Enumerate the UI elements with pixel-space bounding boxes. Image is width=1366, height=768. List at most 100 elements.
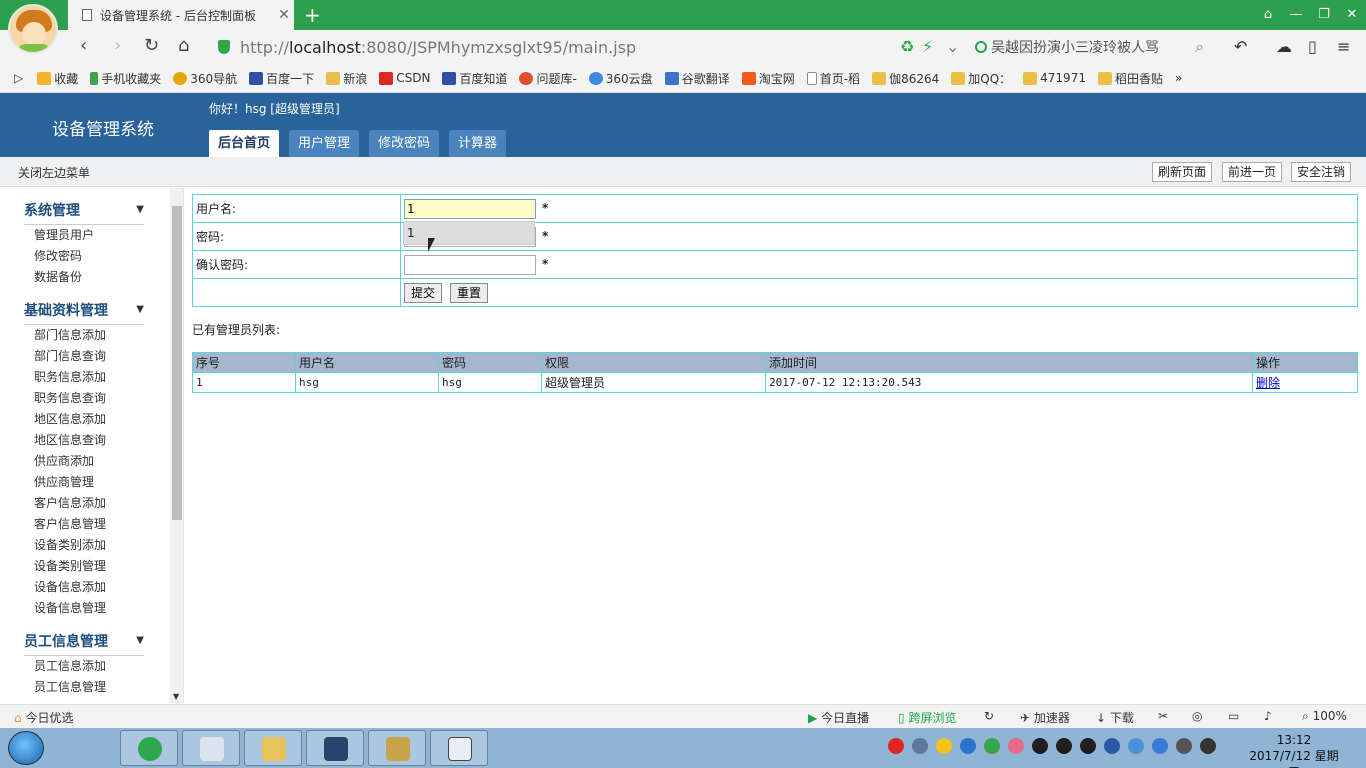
bookmark-360cloud[interactable]: 360云盘 <box>588 70 653 87</box>
sogou-icon[interactable] <box>888 738 904 754</box>
window-icon[interactable]: ▭ <box>1228 709 1239 723</box>
scrollbar-thumb[interactable] <box>172 206 182 520</box>
sidebar-item[interactable]: 供应商添加 <box>34 451 144 472</box>
menu-icon[interactable]: ≡ <box>1337 37 1350 56</box>
sidebar-item[interactable]: 设备类别添加 <box>34 535 144 556</box>
sidebar-item[interactable]: 员工信息管理 <box>34 677 144 698</box>
bookmark-taobao[interactable]: 淘宝网 <box>741 70 795 87</box>
flower-icon[interactable] <box>1008 738 1024 754</box>
flag-icon[interactable] <box>1152 738 1168 754</box>
submit-button[interactable]: 提交 <box>404 282 443 303</box>
bluetooth-icon[interactable] <box>1104 738 1120 754</box>
app-tray-icon[interactable] <box>1128 738 1144 754</box>
bookmark-google-translate[interactable]: 谷歌翻译 <box>664 70 730 87</box>
sidebar-item-admin-users[interactable]: 管理员用户 <box>34 225 144 246</box>
logout-button[interactable]: 安全注销 <box>1291 162 1352 182</box>
menu-group-title[interactable]: 员工信息管理 ▼ <box>24 631 144 656</box>
bookmark-homepage[interactable]: 首页-稻 <box>806 70 860 87</box>
username-input[interactable] <box>404 198 536 219</box>
bookmark-folder-2[interactable]: 加QQ： <box>951 70 1011 87</box>
sidebar-item[interactable]: 地区信息查询 <box>34 430 144 451</box>
sidebar-item[interactable]: 客户信息添加 <box>34 493 144 514</box>
lightning-icon[interactable]: ⚡ <box>922 37 933 56</box>
confirm-password-input[interactable] <box>404 254 536 275</box>
taskbar-file-explorer[interactable] <box>244 730 302 766</box>
user-avatar-icon[interactable] <box>8 4 58 54</box>
bookmark-sina[interactable]: 新浪 <box>326 70 367 87</box>
bookmark-folder-4[interactable]: 稻田香贴 <box>1097 70 1163 87</box>
bookmark-mobile[interactable]: 手机收藏夹 <box>90 70 161 87</box>
k-icon[interactable] <box>960 738 976 754</box>
shirt-icon[interactable]: ⌂ <box>1254 0 1282 30</box>
reload-icon[interactable]: ↻ <box>144 35 159 56</box>
close-window-icon[interactable]: ✕ <box>1338 0 1366 30</box>
new-tab-icon[interactable]: + <box>304 3 321 27</box>
download-link[interactable]: ↓ 下载 <box>1096 709 1134 726</box>
bookmark-question-bank[interactable]: 问题库- <box>519 70 577 87</box>
sidebar-toggle-icon[interactable]: ▷ <box>14 71 23 85</box>
close-tab-icon[interactable]: ✕ <box>274 7 294 23</box>
home-icon[interactable]: ⌂ <box>178 35 189 56</box>
taskbar-360-browser[interactable] <box>120 730 178 766</box>
restore-icon[interactable]: ❐ <box>1310 0 1338 30</box>
taskbar-window[interactable] <box>430 730 488 766</box>
volume-icon[interactable] <box>1176 738 1192 754</box>
bookmark-360nav[interactable]: 360导航 <box>173 70 237 87</box>
system-clock[interactable]: 13:12 2017/7/12 星期三 <box>1244 732 1344 768</box>
bookmark-baidu-zhidao[interactable]: 百度知道 <box>442 70 507 87</box>
sidebar-item[interactable]: 客户信息管理 <box>34 514 144 535</box>
bookmark-folder-1[interactable]: 伽86264 <box>872 70 939 87</box>
refresh-page-button[interactable]: 刷新页面 <box>1152 162 1213 182</box>
minimize-icon[interactable]: — <box>1282 0 1310 30</box>
sound-icon[interactable]: ♪ <box>1264 709 1272 723</box>
qq-icon[interactable] <box>1032 738 1048 754</box>
zoom-control[interactable]: ⌕ 100% <box>1302 709 1347 724</box>
more-bookmarks-icon[interactable]: » <box>1175 71 1182 85</box>
screenshot-icon[interactable]: ✂ <box>1158 709 1168 723</box>
browser-icon[interactable]: ◎ <box>1192 709 1202 723</box>
sidebar-item[interactable]: 供应商管理 <box>34 472 144 493</box>
taskbar-tools[interactable] <box>368 730 426 766</box>
sidebar-item[interactable]: 部门信息添加 <box>34 325 144 346</box>
browser-tab[interactable]: 设备管理系统 - 后台控制面板 ✕ <box>68 0 294 30</box>
refresh-status-icon[interactable]: ↻ <box>984 709 994 723</box>
cross-screen-link[interactable]: ▯ 跨屏浏览 <box>898 709 956 726</box>
bookmark-favorites[interactable]: 收藏 <box>37 70 78 87</box>
tab-home[interactable]: 后台首页 <box>209 130 280 157</box>
today-live-link[interactable]: ▶ 今日直播 <box>808 709 869 726</box>
recycle-icon[interactable]: ♻ <box>900 37 914 56</box>
menu-group-title[interactable]: 基础资料管理 ▼ <box>24 300 144 325</box>
sidebar-item[interactable]: 地区信息添加 <box>34 409 144 430</box>
qq-icon[interactable] <box>1056 738 1072 754</box>
bookmark-icon[interactable]: ▯ <box>1308 37 1317 56</box>
signal-icon[interactable] <box>1200 738 1216 754</box>
tab-change-password[interactable]: 修改密码 <box>369 130 440 157</box>
expand-arrow-icon[interactable]: ▼ <box>136 631 144 651</box>
accelerator-link[interactable]: ✈ 加速器 <box>1020 709 1070 726</box>
delete-link[interactable]: 删除 <box>1256 376 1280 390</box>
forward-icon[interactable]: › <box>114 35 121 56</box>
sidebar-item[interactable]: 设备信息添加 <box>34 577 144 598</box>
sidebar-item-change-password[interactable]: 修改密码 <box>34 246 144 267</box>
start-button[interactable] <box>8 731 44 765</box>
expand-arrow-icon[interactable]: ▼ <box>136 200 144 220</box>
sidebar-item[interactable]: 设备类别管理 <box>34 556 144 577</box>
taskbar-app-avatar[interactable] <box>182 730 240 766</box>
taskbar-eclipse[interactable] <box>306 730 364 766</box>
daily-picks-link[interactable]: ⌂ 今日优选 <box>14 709 73 726</box>
url-field[interactable]: http://localhost:8080/JSPMhymzxsglxt95/m… <box>210 34 970 60</box>
bookmark-csdn[interactable]: CSDN <box>379 71 430 85</box>
expand-arrow-icon[interactable]: ▼ <box>136 300 144 320</box>
sidebar-item[interactable]: 职务信息查询 <box>34 388 144 409</box>
forward-page-button[interactable]: 前进一页 <box>1222 162 1283 182</box>
sidebar-item[interactable]: 员工信息添加 <box>34 656 144 677</box>
sidebar-scrollbar[interactable]: ▼ <box>170 188 183 703</box>
sidebar-item[interactable]: 部门信息查询 <box>34 346 144 367</box>
search-icon[interactable]: ⌕ <box>1195 37 1204 57</box>
sidebar-item[interactable]: 设备信息管理 <box>34 598 144 619</box>
tab-calculator[interactable]: 计算器 <box>449 130 507 157</box>
qq-icon[interactable] <box>1080 738 1096 754</box>
shield-icon[interactable] <box>984 738 1000 754</box>
undo-icon[interactable]: ↶ <box>1234 37 1247 56</box>
360-icon[interactable] <box>936 738 952 754</box>
